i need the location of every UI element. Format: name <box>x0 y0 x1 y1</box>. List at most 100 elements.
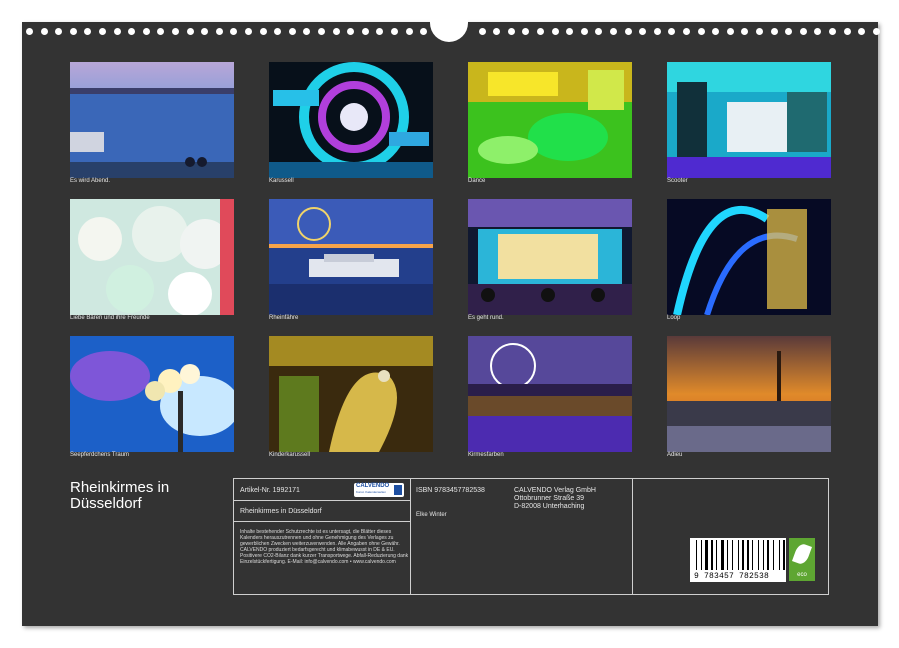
barcode-bar <box>763 540 764 570</box>
publisher-line-3: D-82008 Unterhaching <box>514 503 585 510</box>
photo-thumbnail <box>667 62 831 178</box>
barcode-bar <box>779 540 780 570</box>
photo-thumbnail <box>269 336 433 452</box>
binding-hole <box>376 28 384 35</box>
barcode-bar <box>721 540 724 570</box>
seahorse-carousel-photo <box>269 336 433 452</box>
binding-hole <box>522 28 530 35</box>
isbn: ISBN 9783457782538 <box>416 487 485 494</box>
photo-thumbnail <box>269 199 433 315</box>
binding-hole <box>40 28 48 35</box>
photo-thumbnail <box>70 199 234 315</box>
binding-hole <box>245 28 252 35</box>
photo-caption: Scooter <box>667 178 688 184</box>
publisher-address: CALVENDO Verlag GmbH Ottobrunner Straße … <box>514 487 596 511</box>
barcode-bar <box>696 540 697 570</box>
barcode-bar <box>711 540 713 570</box>
binding-hole <box>770 28 778 35</box>
binding-hole <box>288 28 296 35</box>
photo-thumbnail <box>667 199 831 315</box>
binding-hole <box>595 28 603 35</box>
binding-hole <box>26 28 33 35</box>
binding-hole <box>69 28 77 35</box>
barcode-bar <box>705 540 708 570</box>
barcode-bar <box>738 540 739 570</box>
eco-badge: eco <box>789 538 815 581</box>
barcode-bar <box>767 540 769 570</box>
binding-hole <box>843 28 851 35</box>
photo-caption: Liebe Bären und ihre Freunde <box>70 315 150 321</box>
binding-hole <box>230 28 238 35</box>
binding-hole <box>303 28 311 35</box>
binding-hole <box>872 28 880 35</box>
binding-hole <box>610 28 617 35</box>
author: Elke Winter <box>416 512 447 518</box>
binding-hole <box>741 28 749 35</box>
barcode-bar <box>752 540 753 570</box>
sunset-fair-photo <box>667 336 831 452</box>
divider <box>632 479 633 594</box>
barcode-bar <box>716 540 717 570</box>
binding-hole <box>624 28 632 35</box>
barcode-bar <box>783 540 785 570</box>
binding-hole <box>814 28 822 35</box>
photo-caption: Dance <box>468 178 486 184</box>
brand-flag-icon <box>394 485 402 495</box>
photo-caption: Rheinfähre <box>269 315 299 321</box>
photo-thumbnail <box>468 62 632 178</box>
carousel-lights-photo <box>468 199 632 315</box>
binding-hole <box>683 28 690 35</box>
barcode-bar <box>727 540 728 570</box>
photo-caption: Kirmesfarben <box>468 452 504 458</box>
publisher-line-1: CALVENDO Verlag GmbH <box>514 487 596 494</box>
binding-hole <box>157 28 165 35</box>
calendar-title-line-1: Rheinkirmes in <box>70 479 170 496</box>
calendar-title-line-2: Düsseldorf <box>70 495 142 512</box>
photo-thumbnail <box>70 336 234 452</box>
photo-thumbnail <box>468 199 632 315</box>
binding-hole <box>99 28 106 35</box>
article-number: Artikel-Nr. 1992171 <box>240 487 300 494</box>
binding-hole <box>566 28 574 35</box>
binding-hole <box>55 28 63 35</box>
eco-label: eco <box>797 572 807 578</box>
barcode: 9 783457 782538 <box>690 538 786 582</box>
binding-hole <box>507 28 515 35</box>
photo-thumbnail <box>468 336 632 452</box>
riverfront-dusk-photo <box>70 62 234 178</box>
binding-hole <box>113 28 121 35</box>
binding-hole <box>215 28 223 35</box>
barcode-bar <box>732 540 733 570</box>
binding-hole <box>726 28 734 35</box>
barcode-bar <box>742 540 744 570</box>
binding-hole <box>274 28 282 35</box>
binding-hole <box>201 28 209 35</box>
photo-thumbnail <box>269 62 433 178</box>
binding-hole <box>697 28 705 35</box>
binding-hole <box>318 28 325 35</box>
divider <box>410 479 411 594</box>
leaf-icon <box>792 542 812 566</box>
plush-bears-photo <box>70 199 234 315</box>
rhine-ferry-photo <box>269 199 433 315</box>
binding-hole <box>653 28 661 35</box>
photo-caption: Adieu <box>667 452 683 458</box>
dance-ride-photo <box>468 62 632 178</box>
photo-caption: Es geht rund. <box>468 315 504 321</box>
binding-hole <box>405 28 413 35</box>
photo-caption: Es wird Abend. <box>70 178 111 184</box>
calvendo-logo: CALVENDO Kunst. Kalenderwelten <box>354 483 404 497</box>
ferris-wheel-night-photo <box>468 336 632 452</box>
binding-hole <box>128 28 136 35</box>
loop-coaster-photo <box>667 199 831 315</box>
barcode-bar <box>758 540 759 570</box>
binding-hole <box>639 28 647 35</box>
photo-caption: Karussell <box>269 178 294 184</box>
photo-caption: Loop <box>667 315 681 321</box>
binding-hole <box>332 28 340 35</box>
binding-hole <box>478 28 486 35</box>
binding-hole <box>785 28 793 35</box>
binding-hole <box>347 28 355 35</box>
binding-hole <box>361 28 369 35</box>
binding-hole <box>580 28 588 35</box>
